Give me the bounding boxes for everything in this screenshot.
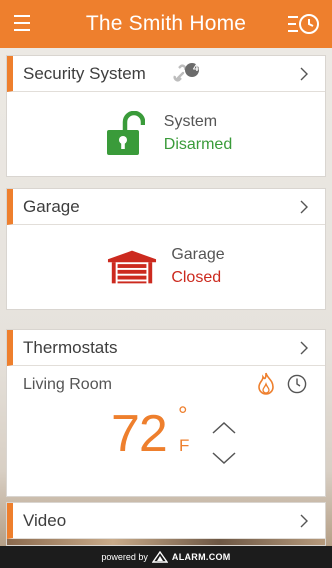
garage-card: Garage Garage Closed xyxy=(6,188,326,310)
current-temperature: 72 xyxy=(111,405,168,463)
thermostat-body: Living Room 72 ° F xyxy=(7,366,325,496)
thermostat-card: Thermostats Living Room 72 ° F xyxy=(6,329,326,497)
brand-name: ALARM.COM xyxy=(171,552,231,562)
system-status: Disarmed xyxy=(163,136,233,153)
page-title: The Smith Home xyxy=(85,12,247,35)
garage-door-icon xyxy=(108,250,157,284)
linked-devices-count: 4 xyxy=(193,63,199,74)
video-preview[interactable] xyxy=(7,539,325,545)
chevron-right-icon[interactable] xyxy=(299,200,309,214)
chevron-right-icon[interactable] xyxy=(299,67,309,81)
video-card: Video xyxy=(6,502,326,546)
security-card: Security System 4 System Disarmed xyxy=(6,55,326,177)
thermostat-card-header[interactable]: Thermostats xyxy=(7,330,325,366)
powered-by-text: powered by xyxy=(101,552,148,562)
temperature-up-icon[interactable] xyxy=(211,420,237,436)
security-card-header[interactable]: Security System 4 xyxy=(7,56,325,92)
heat-flame-icon xyxy=(258,372,274,395)
thermostat-title: Thermostats xyxy=(23,337,118,357)
garage-status-row[interactable]: Garage Closed xyxy=(7,225,325,309)
temperature-down-icon[interactable] xyxy=(211,450,237,466)
system-label: System xyxy=(163,113,218,130)
menu-icon[interactable] xyxy=(14,15,30,32)
chevron-right-icon[interactable] xyxy=(299,341,309,355)
top-bar: The Smith Home xyxy=(0,0,332,48)
degree-symbol: ° xyxy=(178,402,188,429)
security-status-row[interactable]: System Disarmed xyxy=(7,92,325,176)
alarm-logo-icon xyxy=(151,551,168,563)
garage-card-header[interactable]: Garage xyxy=(7,189,325,225)
temperature-unit: F xyxy=(179,436,190,455)
chevron-right-icon[interactable] xyxy=(299,514,309,528)
garage-status: Closed xyxy=(171,269,222,286)
clock-schedule-icon[interactable] xyxy=(287,374,307,394)
schedule-icon[interactable] xyxy=(286,11,320,37)
unlocked-padlock-icon xyxy=(106,111,145,155)
garage-title: Garage xyxy=(23,196,80,216)
footer-bar: powered by ALARM.COM xyxy=(0,546,332,568)
room-name: Living Room xyxy=(23,376,112,393)
security-title: Security System xyxy=(23,63,146,83)
video-card-header[interactable]: Video xyxy=(7,503,325,539)
garage-label: Garage xyxy=(171,246,225,263)
video-title: Video xyxy=(23,510,67,530)
